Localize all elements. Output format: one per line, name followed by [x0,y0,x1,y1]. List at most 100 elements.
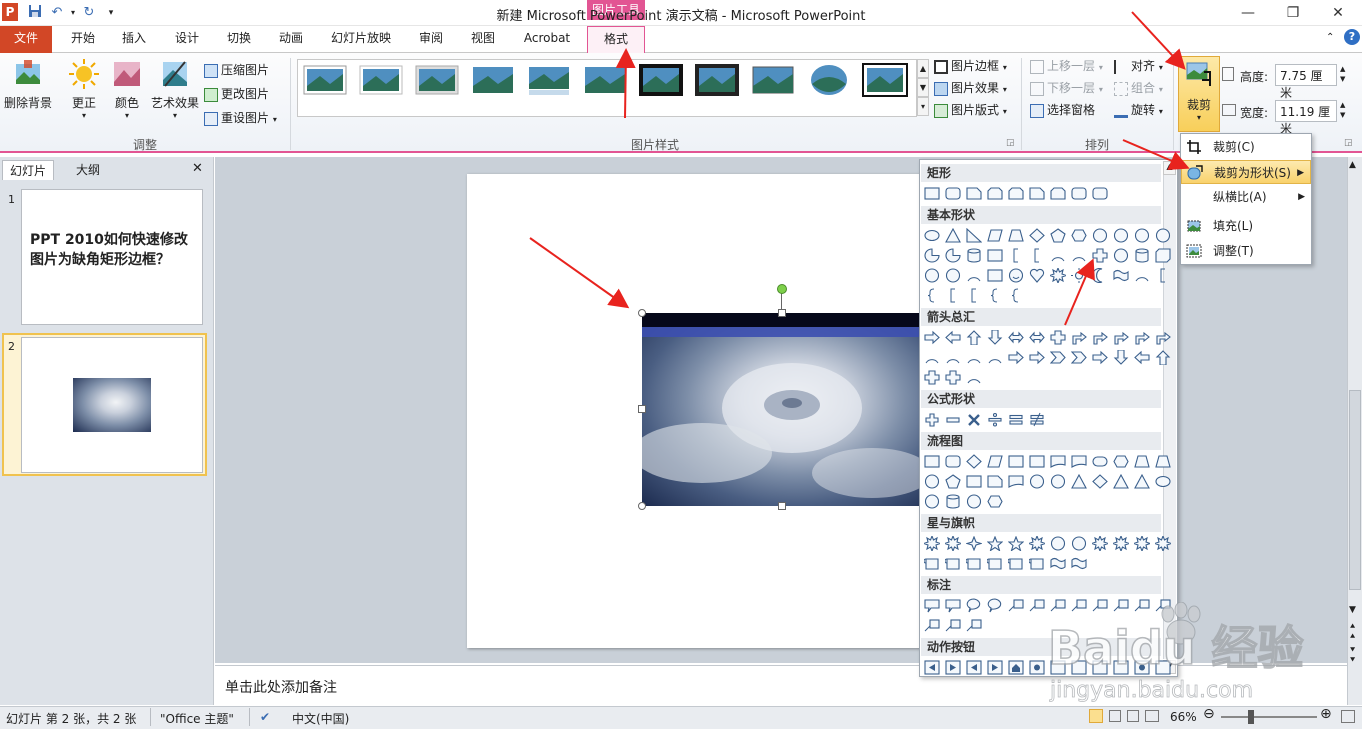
menu-item-fill[interactable]: 填充(L) [1181,214,1311,238]
shape-option-icon[interactable] [923,227,941,244]
shape-option-icon[interactable] [944,597,962,614]
shape-option-icon[interactable] [965,247,983,264]
corrections-button[interactable]: 更正 ▾ [64,58,104,120]
shape-option-icon[interactable] [1112,473,1130,490]
shape-option-icon[interactable] [923,597,941,614]
shape-option-icon[interactable] [923,349,941,366]
shape-option-icon[interactable] [1028,247,1046,264]
shape-option-icon[interactable] [986,411,1004,428]
remove-background-button[interactable]: 删除背景 [2,58,54,111]
shape-option-icon[interactable] [1028,659,1046,676]
shape-option-icon[interactable] [944,411,962,428]
resize-handle[interactable] [778,309,786,317]
picture-style-thumbnail[interactable] [526,62,572,98]
shape-option-icon[interactable] [944,493,962,510]
reset-picture-button[interactable]: 重设图片 ▾ [204,108,277,128]
shape-option-icon[interactable] [965,287,983,304]
normal-view-icon[interactable] [1089,709,1103,723]
shape-option-icon[interactable] [923,411,941,428]
shape-option-icon[interactable] [1154,227,1172,244]
shape-option-icon[interactable] [1070,267,1088,284]
shape-option-icon[interactable] [1070,453,1088,470]
shape-option-icon[interactable] [923,329,941,346]
slide-thumbnail-1[interactable]: PPT 2010如何快速修改图片为缺角矩形边框？ [21,189,203,325]
shape-option-icon[interactable] [1007,659,1025,676]
shape-option-icon[interactable] [965,411,983,428]
picture-style-thumbnail[interactable] [470,62,516,98]
compress-pictures-button[interactable]: 压缩图片 [204,60,269,80]
shape-option-icon[interactable] [1112,267,1130,284]
shape-option-icon[interactable] [923,617,941,634]
picture-effects-button[interactable]: 图片效果 ▾ [934,78,1007,98]
shape-option-icon[interactable] [1028,349,1046,366]
menu-item-fit[interactable]: 调整(T) [1181,239,1311,263]
align-button[interactable]: 对齐 ▾ [1114,56,1163,76]
shape-option-icon[interactable] [1091,329,1109,346]
width-spinner-icon[interactable]: ▲ ▼ [1340,100,1345,120]
height-input[interactable]: 7.75 厘米 [1275,64,1337,100]
shape-option-icon[interactable] [944,349,962,366]
shape-option-icon[interactable] [1007,349,1025,366]
help-icon[interactable]: ? [1344,29,1360,45]
shape-option-icon[interactable] [1070,535,1088,552]
shape-option-icon[interactable] [986,555,1004,572]
tab-file[interactable]: 文件 [0,26,52,53]
shape-option-icon[interactable] [1112,227,1130,244]
shape-option-icon[interactable] [944,369,962,386]
tab-view[interactable]: 视图 [462,26,504,53]
hurricane-photo[interactable] [642,313,922,506]
shape-option-icon[interactable] [923,659,941,676]
gallery-more-icon[interactable]: ▾ [917,97,929,116]
shape-option-icon[interactable] [1133,453,1151,470]
shape-option-icon[interactable] [1007,453,1025,470]
tab-review[interactable]: 审阅 [410,26,452,53]
shape-option-icon[interactable] [965,267,983,284]
selection-pane-button[interactable]: 选择窗格 [1030,100,1095,120]
tab-insert[interactable]: 插入 [113,26,155,53]
send-backward-button[interactable]: 下移一层 ▾ [1030,78,1103,98]
group-button[interactable]: 组合 ▾ [1114,78,1163,98]
shape-option-icon[interactable] [1049,473,1067,490]
shape-option-icon[interactable] [923,453,941,470]
shape-option-icon[interactable] [1133,473,1151,490]
tab-slides[interactable]: 幻灯片 [2,160,54,180]
bring-forward-button[interactable]: 上移一层 ▾ [1030,56,1103,76]
shape-option-icon[interactable] [944,185,962,202]
resize-handle[interactable] [778,502,786,510]
scroll-down-icon[interactable]: ▼ [1349,605,1356,615]
menu-item-crop-to-shape[interactable]: 裁剪为形状(S) ▶ [1181,160,1311,184]
shape-option-icon[interactable] [1028,227,1046,244]
crop-button[interactable]: 裁剪 ▾ [1178,56,1220,132]
shape-option-icon[interactable] [1070,473,1088,490]
picture-style-thumbnail[interactable] [750,62,796,98]
shape-option-icon[interactable] [986,227,1004,244]
shape-option-icon[interactable] [1091,185,1109,202]
shape-option-icon[interactable] [1070,349,1088,366]
shape-option-icon[interactable] [923,555,941,572]
fit-to-window-icon[interactable] [1341,710,1355,723]
shape-option-icon[interactable] [1007,329,1025,346]
shape-option-icon[interactable] [944,659,962,676]
shape-option-icon[interactable] [1112,349,1130,366]
shape-option-icon[interactable] [944,329,962,346]
shape-option-icon[interactable] [1049,185,1067,202]
shape-option-icon[interactable] [1007,555,1025,572]
shape-option-icon[interactable] [944,247,962,264]
tab-acrobat[interactable]: Acrobat [516,26,578,53]
shape-option-icon[interactable] [1049,349,1067,366]
shape-option-icon[interactable] [1070,329,1088,346]
shape-option-icon[interactable] [1133,349,1151,366]
menu-item-aspect-ratio[interactable]: 纵横比(A) ▶ [1181,185,1311,209]
shape-option-icon[interactable] [923,369,941,386]
resize-handle[interactable] [638,309,646,317]
picture-style-thumbnail[interactable] [638,62,684,98]
zoom-out-icon[interactable]: ⊖ [1203,706,1215,722]
tab-home[interactable]: 开始 [62,26,104,53]
shape-option-icon[interactable] [1154,349,1172,366]
resize-handle[interactable] [638,502,646,510]
shape-option-icon[interactable] [1049,329,1067,346]
picture-style-thumbnail[interactable] [358,62,404,98]
shape-option-icon[interactable] [944,473,962,490]
scroll-thumb[interactable] [1349,390,1361,590]
shape-option-icon[interactable] [1112,453,1130,470]
